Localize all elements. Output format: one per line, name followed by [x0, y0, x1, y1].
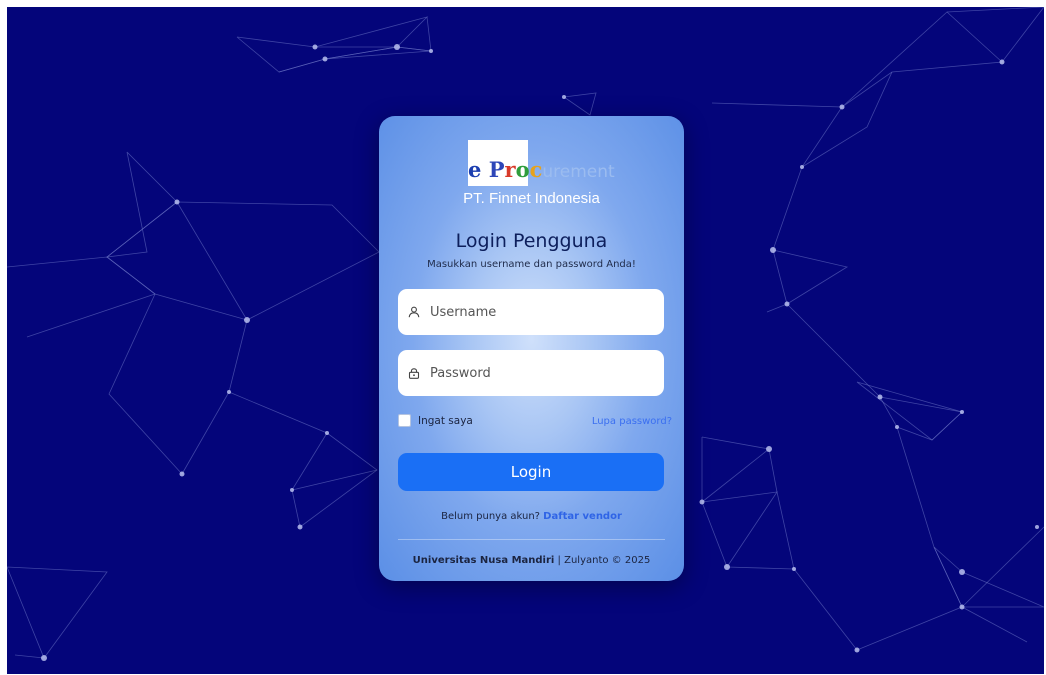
username-field[interactable]: [398, 289, 664, 335]
forgot-password-link[interactable]: Lupa password?: [592, 416, 672, 427]
register-prompt: Belum punya akun? Daftar vendor: [379, 511, 684, 522]
password-field[interactable]: [398, 350, 664, 396]
user-icon: [408, 304, 424, 320]
register-prompt-text: Belum punya akun?: [441, 511, 540, 522]
page-title: Login Pengguna: [455, 230, 608, 252]
logo-letter-e: e: [468, 157, 482, 182]
divider: [398, 539, 665, 540]
logo-letter-p: P: [488, 157, 505, 182]
footer-institution: Universitas Nusa Mandiri: [412, 555, 555, 566]
lock-icon: [408, 365, 424, 381]
password-input[interactable]: [428, 364, 652, 382]
login-button[interactable]: Login: [398, 453, 664, 491]
remember-me[interactable]: Ingat saya: [398, 414, 473, 427]
company-name: PT. Finnet Indonesia: [463, 190, 600, 207]
logo-letter-c: c: [529, 157, 543, 182]
page-subtitle: Masukkan username dan password Anda!: [427, 259, 636, 270]
logo-letter-o: o: [515, 157, 530, 182]
remember-checkbox[interactable]: [398, 414, 411, 427]
footer-credit: Zulyanto © 2025: [564, 555, 651, 566]
remember-label: Ingat saya: [418, 414, 473, 427]
footer: Universitas Nusa Mandiri | Zulyanto © 20…: [379, 555, 684, 566]
login-page-background: e Procurement PT. Finnet Indonesia Login…: [7, 7, 1044, 674]
register-vendor-link[interactable]: Daftar vendor: [543, 511, 622, 522]
eprocurement-logo: e Procurement: [468, 158, 615, 184]
logo-letter-r: r: [504, 157, 516, 182]
login-card: e Procurement PT. Finnet Indonesia Login…: [379, 116, 684, 581]
username-input[interactable]: [428, 303, 652, 321]
logo-rest: urement: [542, 162, 615, 182]
footer-separator: |: [557, 555, 561, 566]
